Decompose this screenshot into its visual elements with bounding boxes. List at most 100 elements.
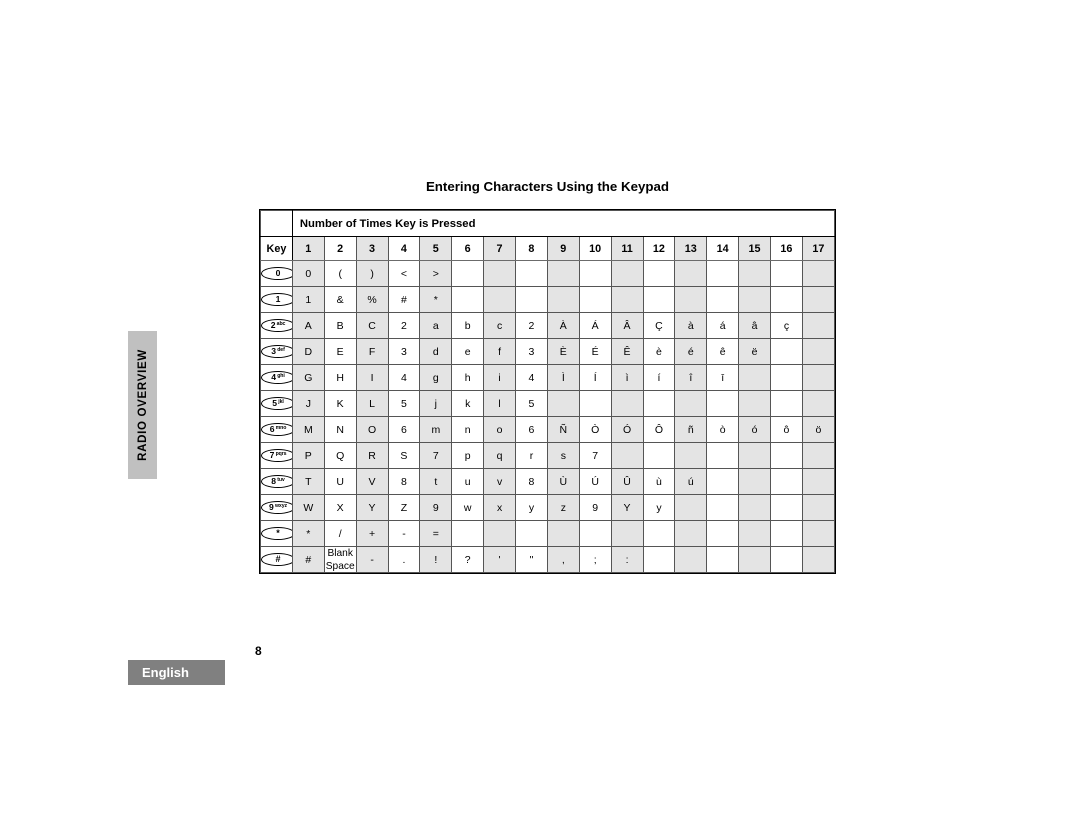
char-cell: ): [355, 260, 389, 287]
char-cell: d: [419, 338, 453, 365]
char-cell: [738, 260, 771, 287]
key-number: 4: [271, 372, 277, 383]
char-cell: [706, 494, 740, 521]
char-cell: Ù: [546, 468, 580, 495]
char-cell: 5: [387, 390, 421, 417]
char-cell: [674, 520, 708, 547]
column-header-press-15: 15: [738, 236, 771, 261]
keypad-key-#[interactable]: #: [260, 545, 293, 574]
char-cell: [770, 520, 803, 547]
char-cell: [738, 390, 771, 417]
keypad-table: Number of Times Key is Pressed Key 1 2 3 4 5 6 7…: [260, 210, 836, 574]
char-cell: [801, 286, 836, 313]
table-row: 6 mno M N O 6 m n o 6 Ñ Ò Ó Ôñ ò ó ô ö: [260, 416, 836, 443]
char-cell: ?: [451, 545, 485, 574]
char-cell: À: [546, 312, 580, 339]
keypad-key-*[interactable]: *: [260, 520, 293, 547]
char-cell: [801, 364, 836, 391]
char-cell: x: [483, 494, 516, 521]
key-letters: ghi: [277, 372, 285, 379]
char-cell: [610, 286, 644, 313]
keypad-key-8[interactable]: 8 tuv: [260, 468, 293, 495]
char-cell: [515, 260, 548, 287]
keypad-key-7[interactable]: 7 pqrs: [260, 442, 293, 469]
char-cell: [801, 494, 836, 521]
char-cell: S: [387, 442, 421, 469]
column-header-press-2: 2: [323, 236, 357, 261]
char-cell: Blank Space: [323, 545, 357, 574]
char-cell: [738, 545, 771, 574]
char-cell: e: [451, 338, 485, 365]
char-cell: R: [355, 442, 389, 469]
keypad-key-0[interactable]: 0: [260, 260, 293, 287]
char-cell: [738, 494, 771, 521]
column-header-press-8: 8: [515, 236, 548, 261]
char-cell: j: [419, 390, 453, 417]
char-cell: [483, 520, 516, 547]
key-button-glyph: 2 abc: [261, 319, 292, 332]
key-button-glyph: 9 wxyz: [261, 501, 292, 514]
char-cell: É: [578, 338, 612, 365]
char-cell: =: [419, 520, 453, 547]
table-row: 4 ghi G H I 4 g h i 4 Ì Íì í î ī: [260, 364, 836, 391]
char-cell: [674, 442, 708, 469]
char-cell: b: [451, 312, 485, 339]
keypad-key-5[interactable]: 5 jkl: [260, 390, 293, 417]
char-cell: F: [355, 338, 389, 365]
char-cell: t: [419, 468, 453, 495]
char-cell: [610, 442, 644, 469]
char-cell: *: [291, 520, 325, 547]
char-cell: s: [546, 442, 580, 469]
char-cell: [706, 520, 740, 547]
key-button-glyph: *: [261, 527, 292, 540]
char-cell: [578, 260, 612, 287]
char-cell: ó: [738, 416, 771, 443]
char-cell: [642, 260, 676, 287]
char-cell: [483, 260, 516, 287]
char-cell: 1: [291, 286, 325, 313]
char-cell: â: [738, 312, 771, 339]
keypad-key-2[interactable]: 2 abc: [260, 312, 293, 339]
char-cell: ñ: [674, 416, 708, 443]
char-cell: N: [323, 416, 357, 443]
key-number: 1: [275, 294, 281, 305]
char-cell: [738, 286, 771, 313]
char-cell: [801, 545, 836, 574]
char-cell: [770, 468, 803, 495]
column-header-press-16: 16: [770, 236, 803, 261]
char-cell: ç: [770, 312, 803, 339]
char-cell: [515, 520, 548, 547]
key-letters: wxyz: [274, 502, 287, 509]
char-cell: r: [515, 442, 548, 469]
key-number: 6: [269, 424, 275, 435]
table-row: 0 0() < >: [260, 260, 836, 287]
char-cell: [642, 520, 676, 547]
char-cell: P: [291, 442, 325, 469]
column-header-press-14: 14: [706, 236, 740, 261]
key-letters: tuv: [277, 476, 285, 483]
keypad-key-1[interactable]: 1: [260, 286, 293, 313]
char-cell: Ú: [578, 468, 612, 495]
char-cell: [578, 390, 612, 417]
char-cell: ë: [738, 338, 771, 365]
char-cell: Ñ: [546, 416, 580, 443]
keypad-key-3[interactable]: 3 def: [260, 338, 293, 365]
char-cell: é: [674, 338, 708, 365]
char-cell: ;: [578, 545, 612, 574]
key-button-glyph: 5 jkl: [261, 397, 292, 410]
char-cell: Í: [578, 364, 612, 391]
char-cell: ì: [610, 364, 644, 391]
keypad-key-4[interactable]: 4 ghi: [260, 364, 293, 391]
char-cell: g: [419, 364, 453, 391]
char-cell: +: [355, 520, 389, 547]
char-cell: u: [451, 468, 485, 495]
char-cell: [801, 520, 836, 547]
char-cell: [801, 338, 836, 365]
char-cell: Á: [578, 312, 612, 339]
keypad-key-6[interactable]: 6 mno: [260, 416, 293, 443]
char-cell: T: [291, 468, 325, 495]
char-cell: [642, 442, 676, 469]
table-row: 2 abc A B C 2 a b c 2 À Á Â Çà á â ç: [260, 312, 836, 339]
char-cell: ò: [706, 416, 740, 443]
keypad-key-9[interactable]: 9 wxyz: [260, 494, 293, 521]
